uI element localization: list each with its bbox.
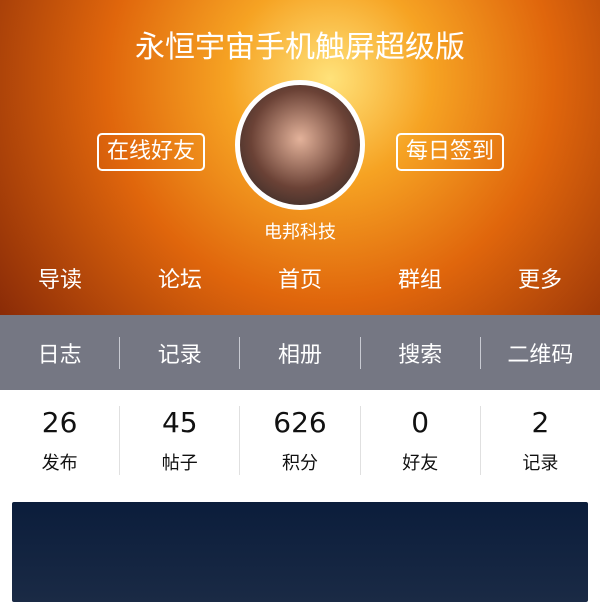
stat-label: 积分	[282, 452, 318, 474]
username[interactable]: 电邦科技	[0, 218, 600, 244]
nav-item-forum[interactable]: 论坛	[120, 262, 240, 294]
sub-nav: 日志 记录 相册 搜索 二维码	[0, 315, 600, 390]
stat-value: 626	[273, 405, 327, 439]
online-friends-button[interactable]: 在线好友	[97, 133, 206, 171]
stat-friends[interactable]: 0 好友	[361, 405, 481, 475]
nav-item-groups[interactable]: 群组	[360, 262, 480, 294]
feed-image[interactable]	[12, 502, 588, 602]
stat-label: 记录	[522, 452, 559, 474]
stat-threads[interactable]: 45 帖子	[120, 405, 241, 475]
stat-value: 26	[41, 405, 78, 439]
main-nav: 导读 论坛 首页 群组 更多	[0, 262, 600, 294]
daily-checkin-button[interactable]: 每日签到	[396, 133, 505, 171]
tab-records[interactable]: 记录	[120, 336, 241, 369]
tab-blog[interactable]: 日志	[0, 336, 121, 369]
tab-album[interactable]: 相册	[240, 336, 361, 369]
nav-item-more[interactable]: 更多	[480, 262, 600, 294]
stat-label: 发布	[41, 452, 78, 474]
stat-value: 2	[531, 405, 550, 439]
tab-search[interactable]: 搜索	[361, 336, 481, 369]
stats-bar: 26 发布 45 帖子 626 积分 0 好友 2 记录	[0, 390, 600, 490]
tab-qrcode[interactable]: 二维码	[481, 337, 600, 369]
stat-points[interactable]: 626 积分	[240, 405, 361, 475]
stat-label: 好友	[402, 452, 439, 474]
stat-label: 帖子	[161, 452, 198, 474]
avatar[interactable]	[235, 80, 365, 210]
profile-header: 永恒宇宙手机触屏超级版 在线好友 每日签到 电邦科技 导读 论坛 首页 群组 更多	[0, 0, 600, 315]
nav-item-home[interactable]: 首页	[240, 262, 360, 294]
stat-posts[interactable]: 26 发布	[0, 405, 121, 475]
stat-value: 45	[161, 405, 198, 439]
site-title: 永恒宇宙手机触屏超级版	[135, 30, 465, 65]
stat-records[interactable]: 2 记录	[481, 406, 600, 475]
stat-value: 0	[411, 405, 430, 439]
nav-item-guide[interactable]: 导读	[0, 262, 120, 294]
